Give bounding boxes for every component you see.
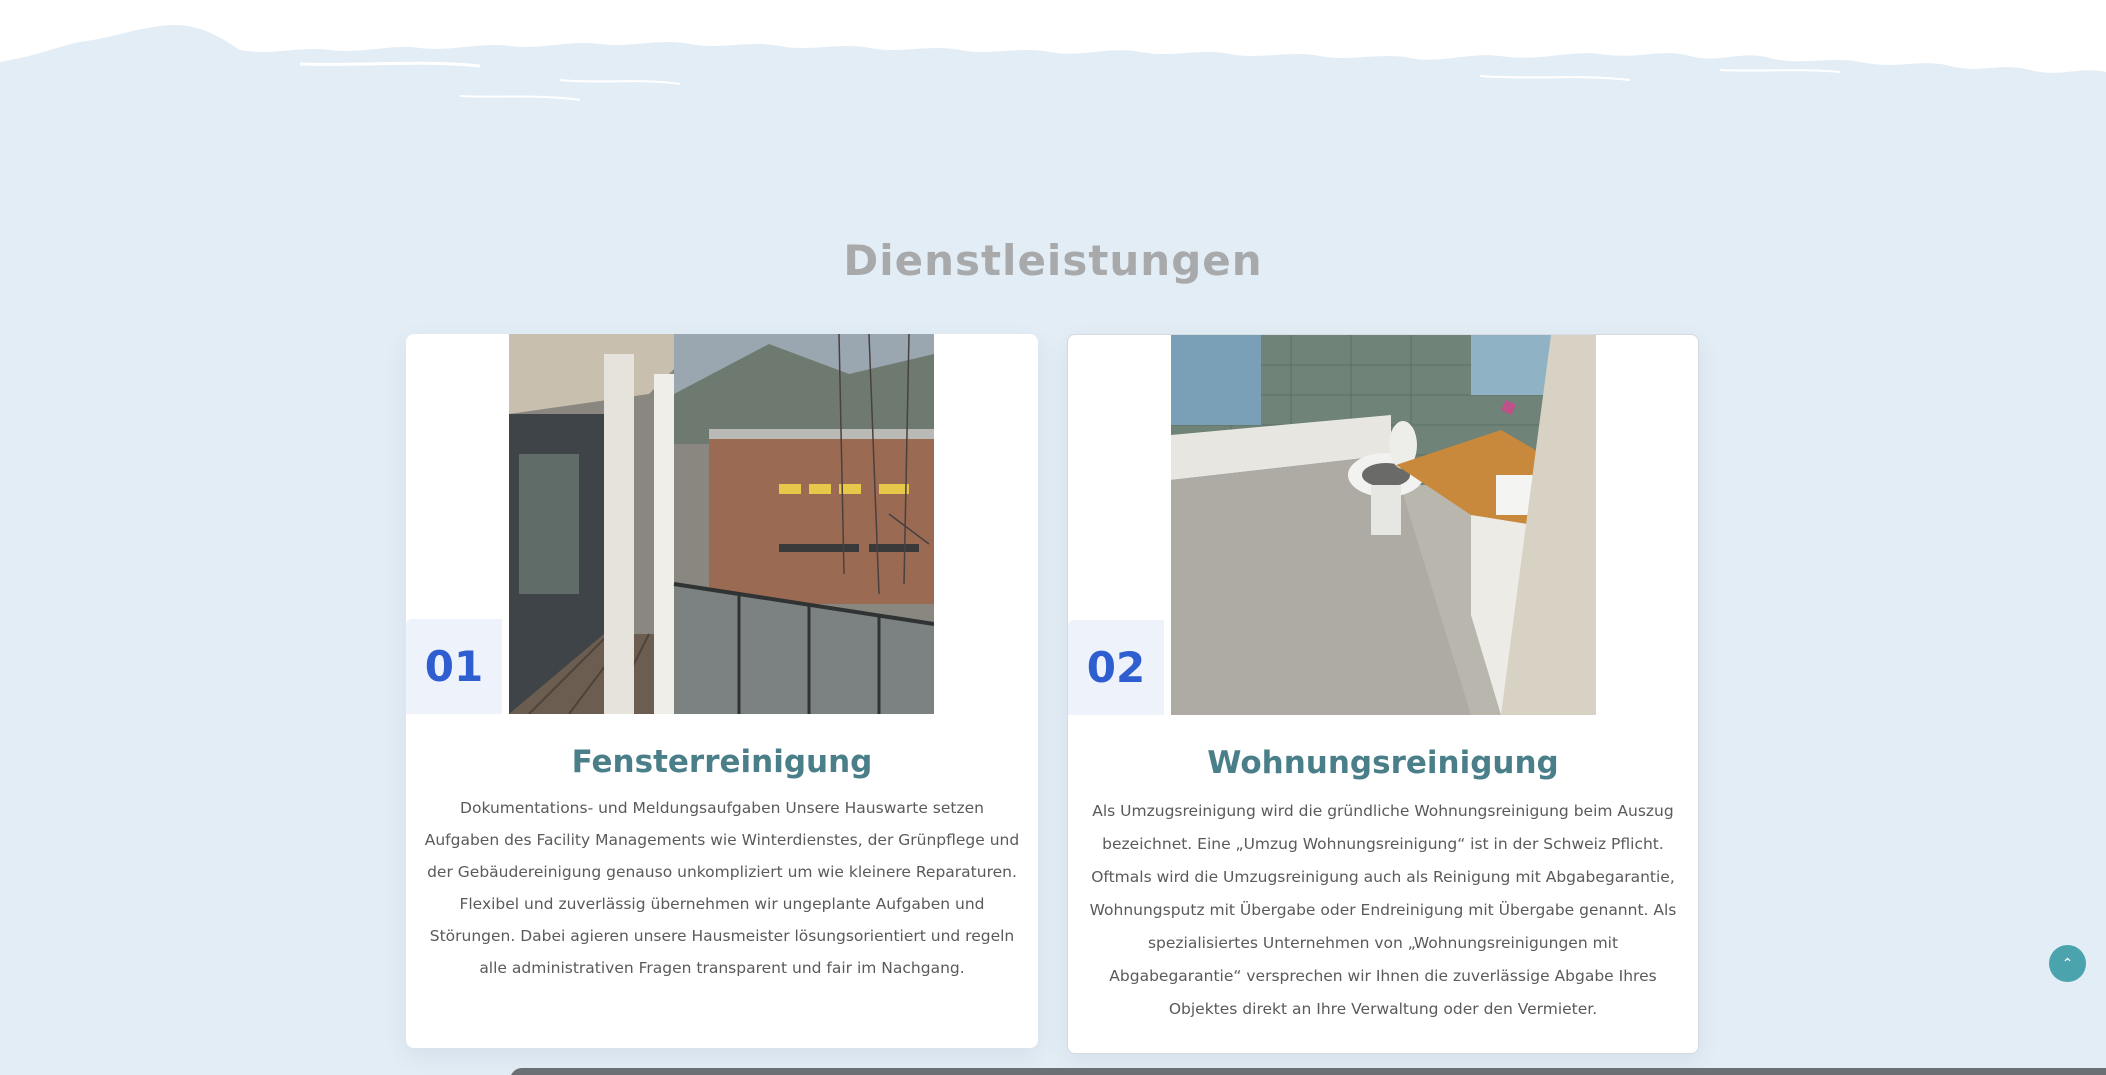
service-card-apartment-cleaning: 02 Wohnungsreinigung Als Umzugsreinigung…: [1067, 334, 1699, 1054]
scroll-to-top-button[interactable]: ⌃: [2049, 945, 2086, 982]
top-wave-divider: [0, 0, 2106, 101]
service-title: Fensterreinigung: [571, 744, 873, 780]
service-description: Dokumentations- und Meldungsaufgaben Uns…: [424, 799, 1020, 977]
service-title: Wohnungsreinigung: [1207, 745, 1559, 781]
service-number-badge: 01: [406, 619, 502, 714]
window-balcony-photo: [509, 334, 934, 714]
section-title: Dienstleistungen: [843, 236, 1263, 285]
service-description: Als Umzugsreinigung wird die gründliche …: [1089, 802, 1677, 1018]
chevron-up-icon: ⌃: [2061, 955, 2074, 972]
bathroom-photo: [1171, 335, 1596, 715]
next-section-edge: [510, 1068, 2106, 1075]
service-card-window-cleaning: 01 Fensterreinigung Dokumentations- und …: [406, 334, 1038, 1048]
service-number-badge: 02: [1068, 620, 1164, 715]
